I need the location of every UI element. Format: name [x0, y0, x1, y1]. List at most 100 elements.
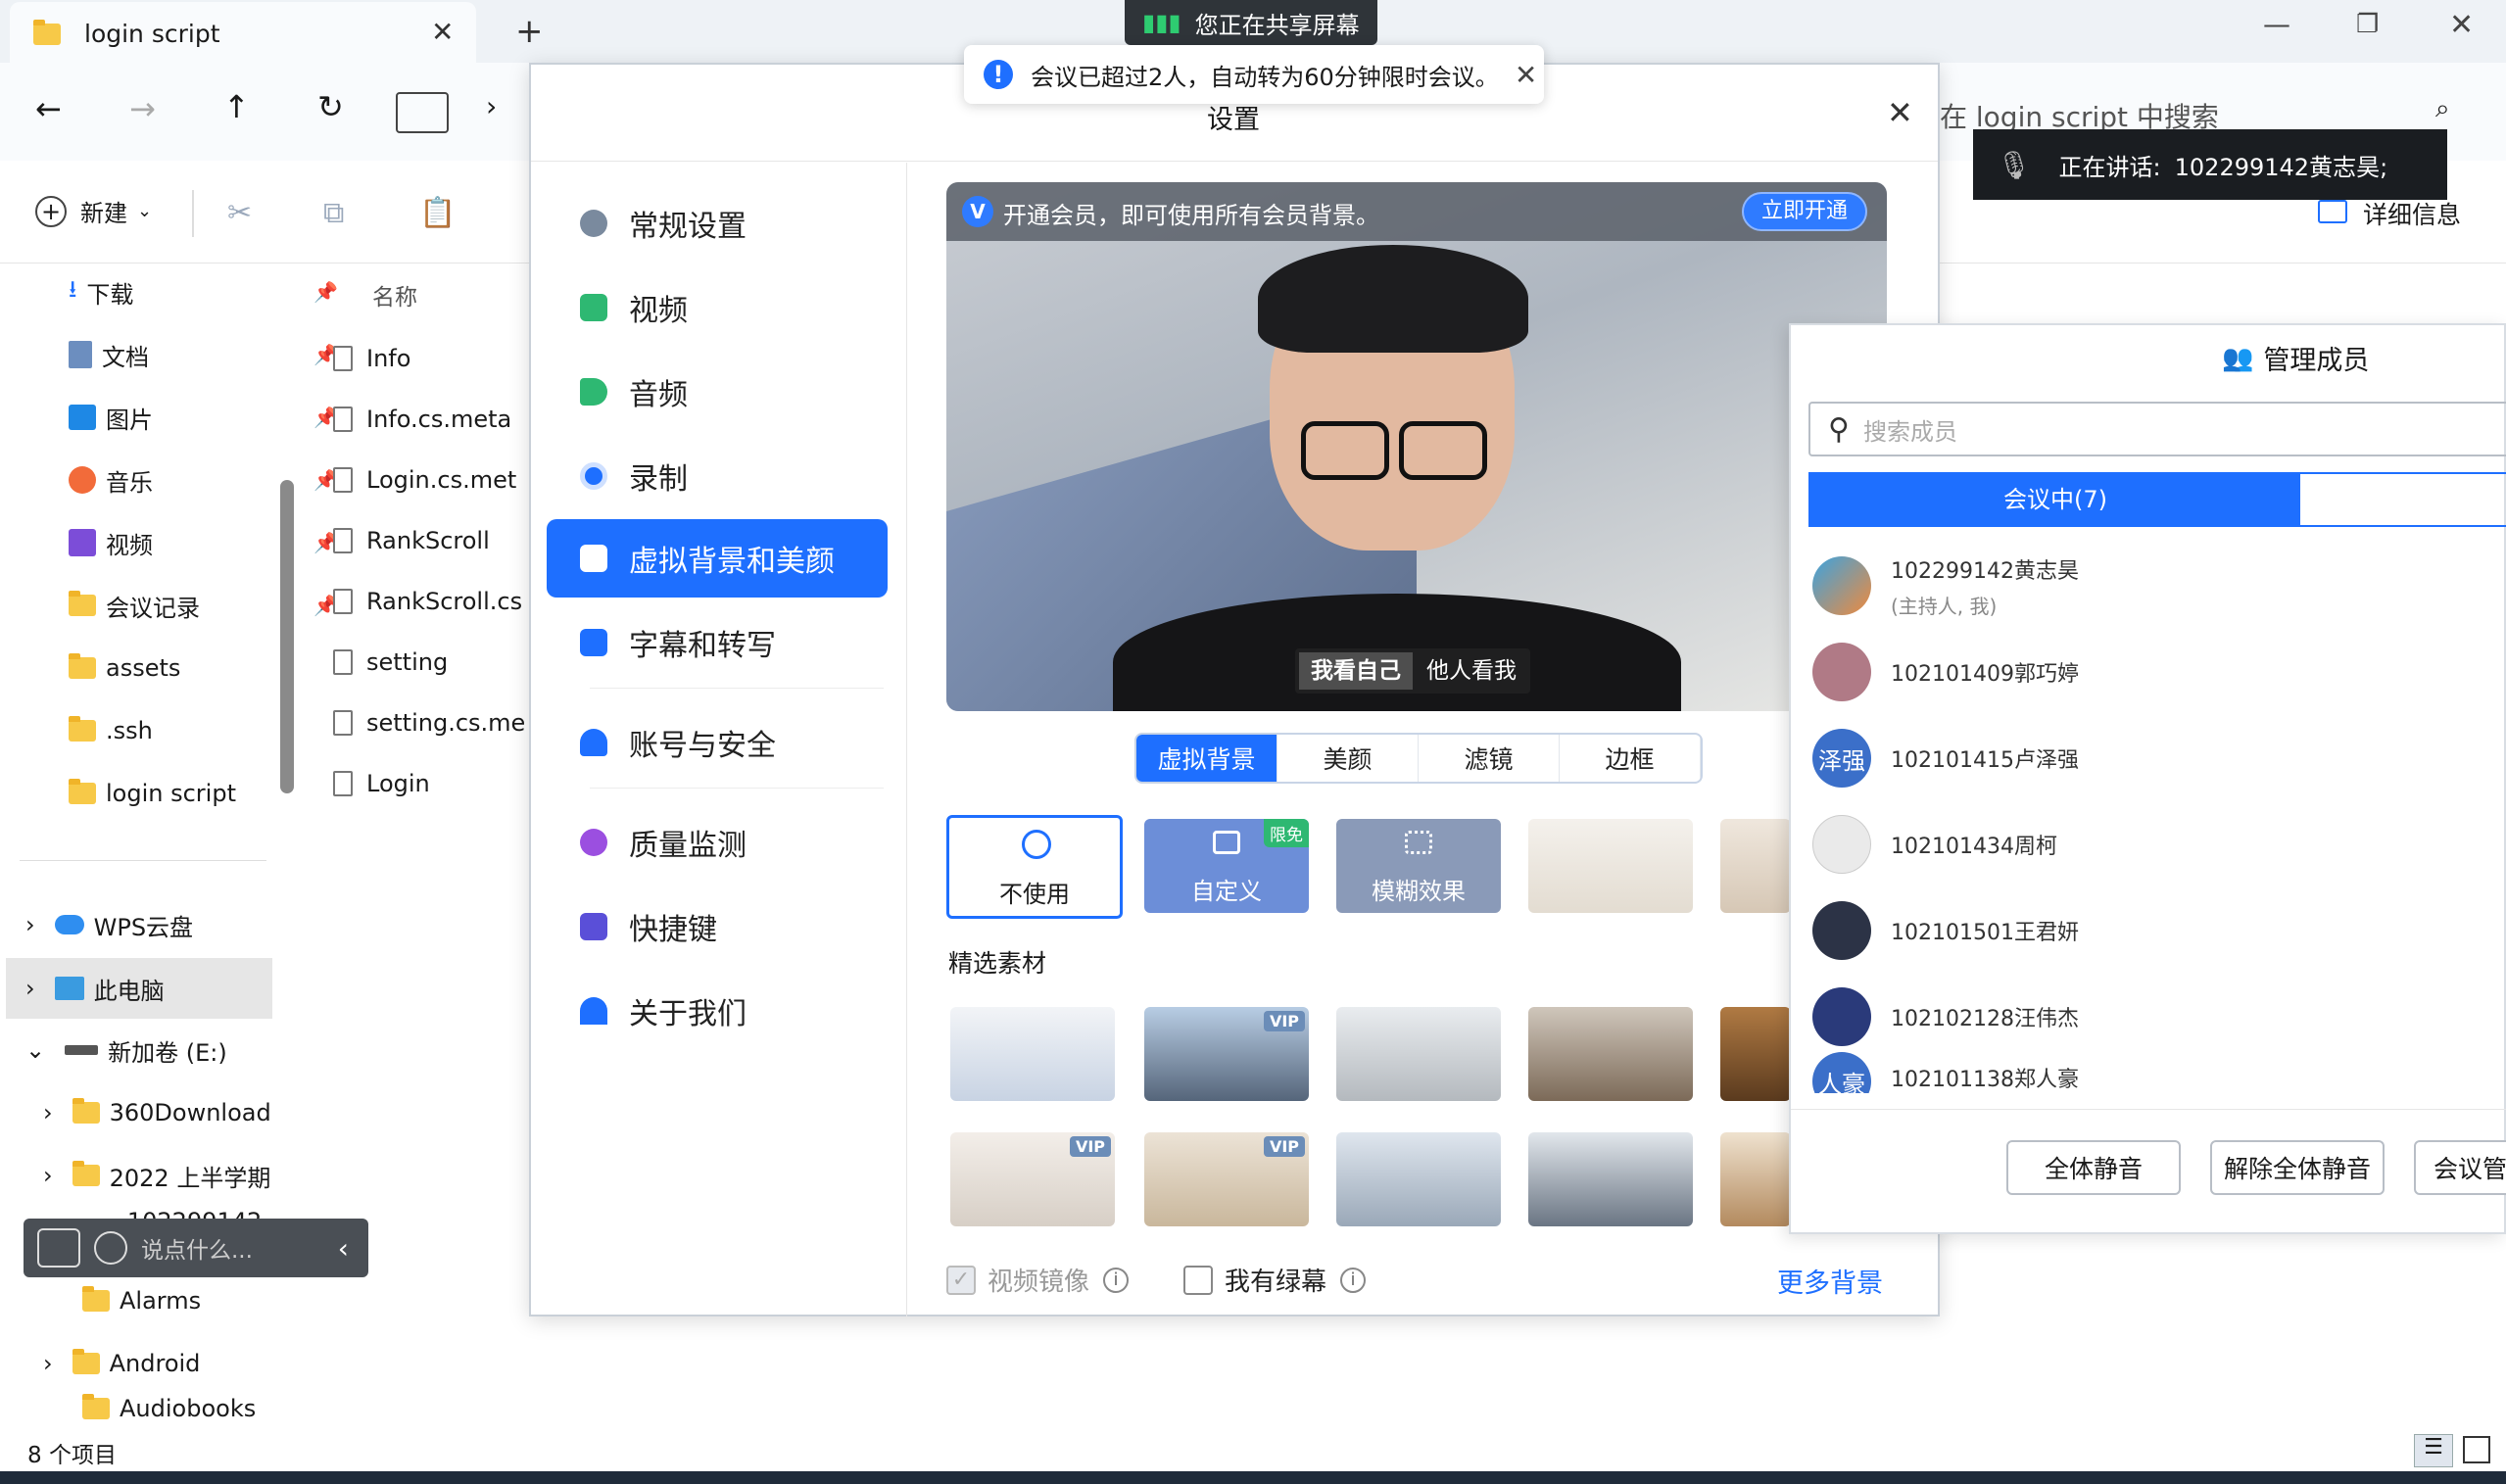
file-row[interactable]: Info — [333, 333, 410, 384]
tab-in-meeting[interactable]: 会议中(7) — [1810, 474, 2300, 525]
sidebar-item-login-script[interactable]: login script — [69, 766, 236, 821]
menu-item-record[interactable]: 录制 — [547, 437, 888, 515]
mirror-checkbox[interactable]: ✓ 视频镜像 i — [946, 1262, 1130, 1298]
up-arrow-icon[interactable]: ↑ — [223, 88, 250, 125]
sidebar-item-360download[interactable]: › 360Download — [43, 1085, 271, 1140]
sidebar-item-pictures[interactable]: 图片 📌 — [69, 390, 338, 445]
member-row[interactable]: 人豪 102101138郑人豪 — [1812, 1048, 2079, 1093]
menu-item-shortcuts[interactable]: 快捷键 — [547, 887, 888, 966]
close-window-icon[interactable]: ✕ — [2449, 8, 2474, 42]
background-thumb[interactable] — [1720, 1132, 1791, 1226]
view-others-button[interactable]: 他人看我 — [1417, 652, 1526, 690]
menu-item-general[interactable]: 常规设置 — [547, 184, 888, 263]
option-none[interactable]: 不使用 — [946, 815, 1123, 919]
tab-virtual-background[interactable]: 虚拟背景 — [1136, 735, 1277, 782]
chevron-right-icon[interactable]: › — [486, 90, 497, 122]
refresh-icon[interactable]: ↻ — [317, 88, 344, 125]
background-thumb[interactable] — [1528, 1007, 1693, 1101]
background-thumb[interactable]: VIP — [950, 1132, 1115, 1226]
sidebar-item-wps-cloud[interactable]: › WPS云盘 — [25, 897, 193, 952]
menu-item-captions[interactable]: 字幕和转写 — [547, 603, 888, 682]
close-icon[interactable]: ✕ — [1515, 59, 1537, 91]
member-row[interactable]: 102299142黄志昊 (主持人, 我) — [1812, 543, 2079, 629]
sharing-banner[interactable]: ▮▮▮ 您正在共享屏幕 — [1125, 0, 1377, 45]
sidebar-scrollbar[interactable] — [280, 480, 294, 793]
background-thumb[interactable]: VIP — [1144, 1132, 1309, 1226]
tiles-view-icon[interactable] — [2463, 1436, 2490, 1463]
tab-beauty[interactable]: 美颜 — [1277, 735, 1419, 782]
background-thumb[interactable] — [1528, 819, 1693, 913]
info-icon[interactable]: i — [1103, 1267, 1130, 1293]
column-header-name[interactable]: 名称 — [372, 278, 417, 311]
background-thumb[interactable] — [1720, 819, 1791, 913]
more-backgrounds-link[interactable]: 更多背景 — [1777, 1262, 1883, 1300]
background-thumb[interactable] — [950, 1007, 1115, 1101]
sidebar-item-alarms[interactable]: Alarms — [82, 1273, 201, 1328]
member-row[interactable]: 102101409郭巧婷 — [1812, 629, 2079, 715]
details-view-icon[interactable]: ☰ — [2414, 1434, 2453, 1467]
menu-item-quality[interactable]: 质量监测 — [547, 803, 888, 882]
info-icon[interactable]: i — [1340, 1267, 1367, 1293]
sidebar-item-documents[interactable]: 文档 📌 — [69, 327, 338, 382]
menu-item-audio[interactable]: 音频 — [547, 353, 888, 431]
new-tab-button[interactable]: + — [515, 12, 544, 51]
sidebar-item-drive-e[interactable]: ⌄ 新加卷 (E:) — [25, 1023, 227, 1077]
menu-item-video[interactable]: 视频 — [547, 268, 888, 347]
menu-item-about[interactable]: 关于我们 — [547, 972, 888, 1050]
sidebar-item-downloads[interactable]: ⭳ 下载 📌 — [69, 264, 338, 319]
greenscreen-checkbox[interactable]: 我有绿幕 i — [1183, 1262, 1367, 1298]
member-row[interactable]: 泽强 102101415卢泽强 — [1812, 715, 2079, 801]
cut-icon[interactable]: ✂ — [227, 196, 252, 230]
close-icon[interactable]: ✕ — [1887, 94, 1913, 131]
copy-icon[interactable]: ⧉ — [323, 196, 344, 230]
new-button[interactable]: + 新建 ⌄ — [35, 194, 152, 228]
file-row[interactable]: setting — [333, 637, 448, 688]
minimize-icon[interactable]: — — [2263, 8, 2290, 40]
sidebar-item-audiobooks[interactable]: Audiobooks — [82, 1389, 256, 1428]
tab-frame[interactable]: 边框 — [1560, 735, 1701, 782]
menu-item-virtual-background[interactable]: 虚拟背景和美颜 — [547, 519, 888, 598]
tab-filter[interactable]: 滤镜 — [1419, 735, 1560, 782]
monitor-icon[interactable] — [396, 92, 449, 133]
member-search-input[interactable]: ⚲ 搜索成员 — [1808, 402, 2506, 456]
file-row[interactable]: RankScroll — [333, 515, 490, 566]
background-thumb[interactable] — [1336, 1007, 1501, 1101]
back-arrow-icon[interactable]: ← — [35, 90, 62, 127]
background-thumb[interactable] — [1336, 1132, 1501, 1226]
member-row[interactable]: 102101434周柯 — [1812, 801, 2057, 887]
file-row[interactable]: Login.cs.met — [333, 455, 516, 505]
member-row[interactable]: 102102128汪伟杰 — [1812, 974, 2079, 1060]
search-icon[interactable]: ⌕ — [2435, 94, 2450, 124]
mute-all-button[interactable]: 全体静音 — [2006, 1140, 2181, 1195]
meeting-manage-button[interactable]: 会议管 — [2414, 1140, 2506, 1195]
upgrade-button[interactable]: 立即开通 — [1742, 192, 1867, 231]
member-row[interactable]: 102101501王君妍 — [1812, 887, 2079, 974]
close-tab-icon[interactable]: ✕ — [431, 16, 454, 48]
view-self-button[interactable]: 我看自己 — [1299, 652, 1413, 690]
explorer-tab[interactable]: login script ✕ — [10, 2, 476, 65]
background-thumb[interactable] — [1528, 1132, 1693, 1226]
background-thumb[interactable]: VIP — [1144, 1007, 1309, 1101]
menu-item-account[interactable]: 账号与安全 — [547, 703, 888, 782]
sidebar-item-assets[interactable]: assets — [69, 641, 180, 695]
sidebar-item-music[interactable]: 音乐 📌 — [69, 453, 338, 507]
details-button[interactable]: 详细信息 — [2363, 196, 2461, 231]
paste-icon[interactable]: 📋 — [419, 196, 456, 230]
member-icon[interactable] — [37, 1228, 80, 1268]
sidebar-item-meeting-records[interactable]: 会议记录 📌 — [69, 578, 338, 633]
background-thumb[interactable] — [1720, 1007, 1791, 1101]
sidebar-item-android[interactable]: › Android — [43, 1336, 200, 1391]
file-row[interactable]: RankScroll.cs — [333, 576, 522, 627]
collapse-icon[interactable]: ‹ — [338, 1232, 349, 1265]
sidebar-item-this-pc[interactable]: › 此电脑 — [6, 958, 272, 1019]
chat-input[interactable]: 说点什么... — [141, 1231, 253, 1265]
file-row[interactable]: setting.cs.me — [333, 697, 525, 748]
chat-input-bar[interactable]: 说点什么... ‹ — [24, 1219, 368, 1277]
emoji-icon[interactable] — [94, 1231, 127, 1265]
file-row[interactable]: Login — [333, 758, 430, 809]
file-row[interactable]: Info.cs.meta — [333, 394, 511, 445]
unmute-all-button[interactable]: 解除全体静音 — [2210, 1140, 2385, 1195]
forward-arrow-icon[interactable]: → — [129, 90, 156, 127]
maximize-icon[interactable]: ❐ — [2356, 10, 2379, 39]
option-custom[interactable]: 自定义 限免 — [1144, 819, 1309, 913]
